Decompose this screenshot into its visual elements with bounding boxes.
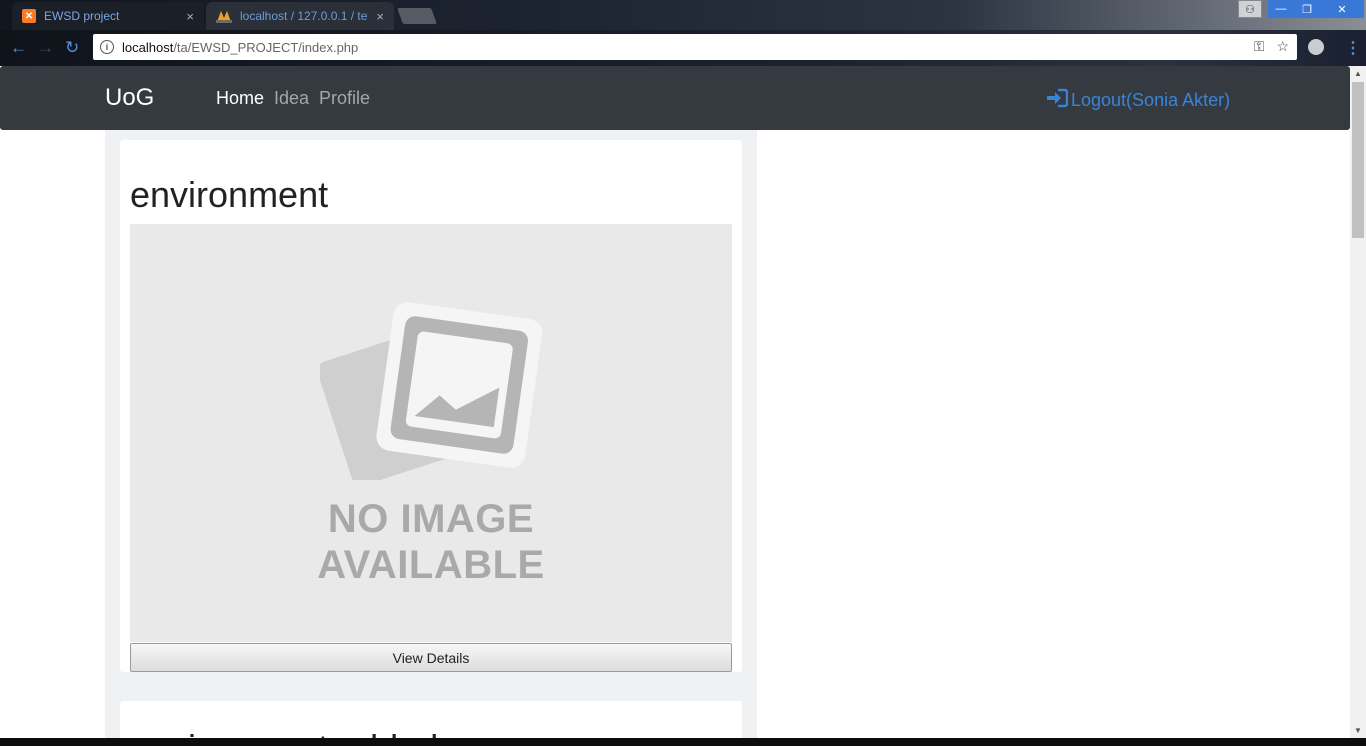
tab-phpmyadmin[interactable]: localhost / 127.0.0.1 / te ×: [206, 2, 394, 30]
key-icon[interactable]: ⚿: [1254, 38, 1265, 55]
scroll-down-icon[interactable]: ▼: [1354, 726, 1362, 735]
image-placeholder-icon: [320, 302, 543, 480]
logout-label: Logout(Sonia Akter): [1071, 90, 1231, 110]
browser-toolbar: ← → ↻ i localhost /ta/EWSD_PROJECT/index…: [0, 30, 1366, 66]
page-scrollbar[interactable]: ▲ ▼: [1350, 66, 1366, 738]
tab-ewsd-project[interactable]: ✕ EWSD project ×: [12, 2, 204, 30]
ideas-column: environment NO IMAGE AVAILABLE View Deta…: [105, 130, 757, 738]
brand-logo[interactable]: UoG: [105, 84, 154, 112]
tab-close-icon[interactable]: ×: [376, 9, 384, 24]
idea-title: environment: [130, 174, 329, 215]
info-icon[interactable]: i: [100, 40, 114, 54]
view-details-button[interactable]: View Details: [130, 643, 732, 672]
idea-card: environment NO IMAGE AVAILABLE View Deta…: [120, 140, 742, 672]
back-arrow-icon[interactable]: ←: [10, 38, 27, 58]
address-bar[interactable]: i localhost /ta/EWSD_PROJECT/index.php ⚿…: [93, 34, 1297, 60]
url-path: /ta/EWSD_PROJECT/index.php: [173, 39, 359, 55]
sign-in-icon: [1046, 88, 1069, 113]
idea-card: environment added: [120, 701, 742, 738]
scrollbar-thumb[interactable]: [1352, 82, 1364, 238]
no-image-line2: AVAILABLE: [317, 543, 545, 587]
idea-title: environment added: [130, 727, 438, 738]
os-taskbar: [0, 738, 1366, 746]
scroll-up-icon[interactable]: ▲: [1354, 69, 1362, 78]
user-profile-icon[interactable]: ⚇: [1238, 0, 1262, 18]
no-image-placeholder: NO IMAGE AVAILABLE: [130, 224, 732, 642]
no-image-line1: NO IMAGE: [327, 497, 535, 541]
phpmyadmin-icon: [216, 9, 232, 23]
nav-link-profile[interactable]: Profile: [319, 88, 370, 109]
url-host: localhost: [122, 39, 174, 55]
window-close-button[interactable]: ✕: [1320, 0, 1364, 18]
bookmark-star-icon[interactable]: ☆: [1276, 38, 1289, 55]
minimize-button[interactable]: —: [1268, 0, 1294, 18]
site-navbar: UoG Home Idea Profile Logout(Sonia Akter…: [0, 66, 1350, 130]
xampp-icon: ✕: [22, 9, 36, 23]
logout-link[interactable]: Logout(Sonia Akter): [1046, 88, 1230, 113]
no-image-text: NO IMAGE AVAILABLE: [130, 496, 732, 588]
tab-close-icon[interactable]: ×: [186, 9, 194, 24]
tab-title: localhost / 127.0.0.1 / te: [240, 9, 368, 23]
browser-titlebar: ✕ EWSD project × localhost / 127.0.0.1 /…: [0, 0, 1366, 30]
tab-title: EWSD project: [44, 9, 120, 23]
new-tab-button[interactable]: [397, 8, 437, 24]
browser-menu-icon[interactable]: ⋮: [1345, 38, 1361, 58]
page-viewport: UoG Home Idea Profile Logout(Sonia Akter…: [0, 66, 1350, 738]
maximize-button[interactable]: ❐: [1294, 0, 1320, 18]
nav-link-home[interactable]: Home: [216, 88, 264, 109]
forward-arrow-icon[interactable]: →: [37, 38, 54, 58]
ideas-column-next: environment added: [105, 691, 757, 738]
reload-icon[interactable]: ↻: [65, 38, 79, 58]
nav-link-idea[interactable]: Idea: [274, 88, 309, 109]
extension-icon[interactable]: [1308, 39, 1324, 55]
